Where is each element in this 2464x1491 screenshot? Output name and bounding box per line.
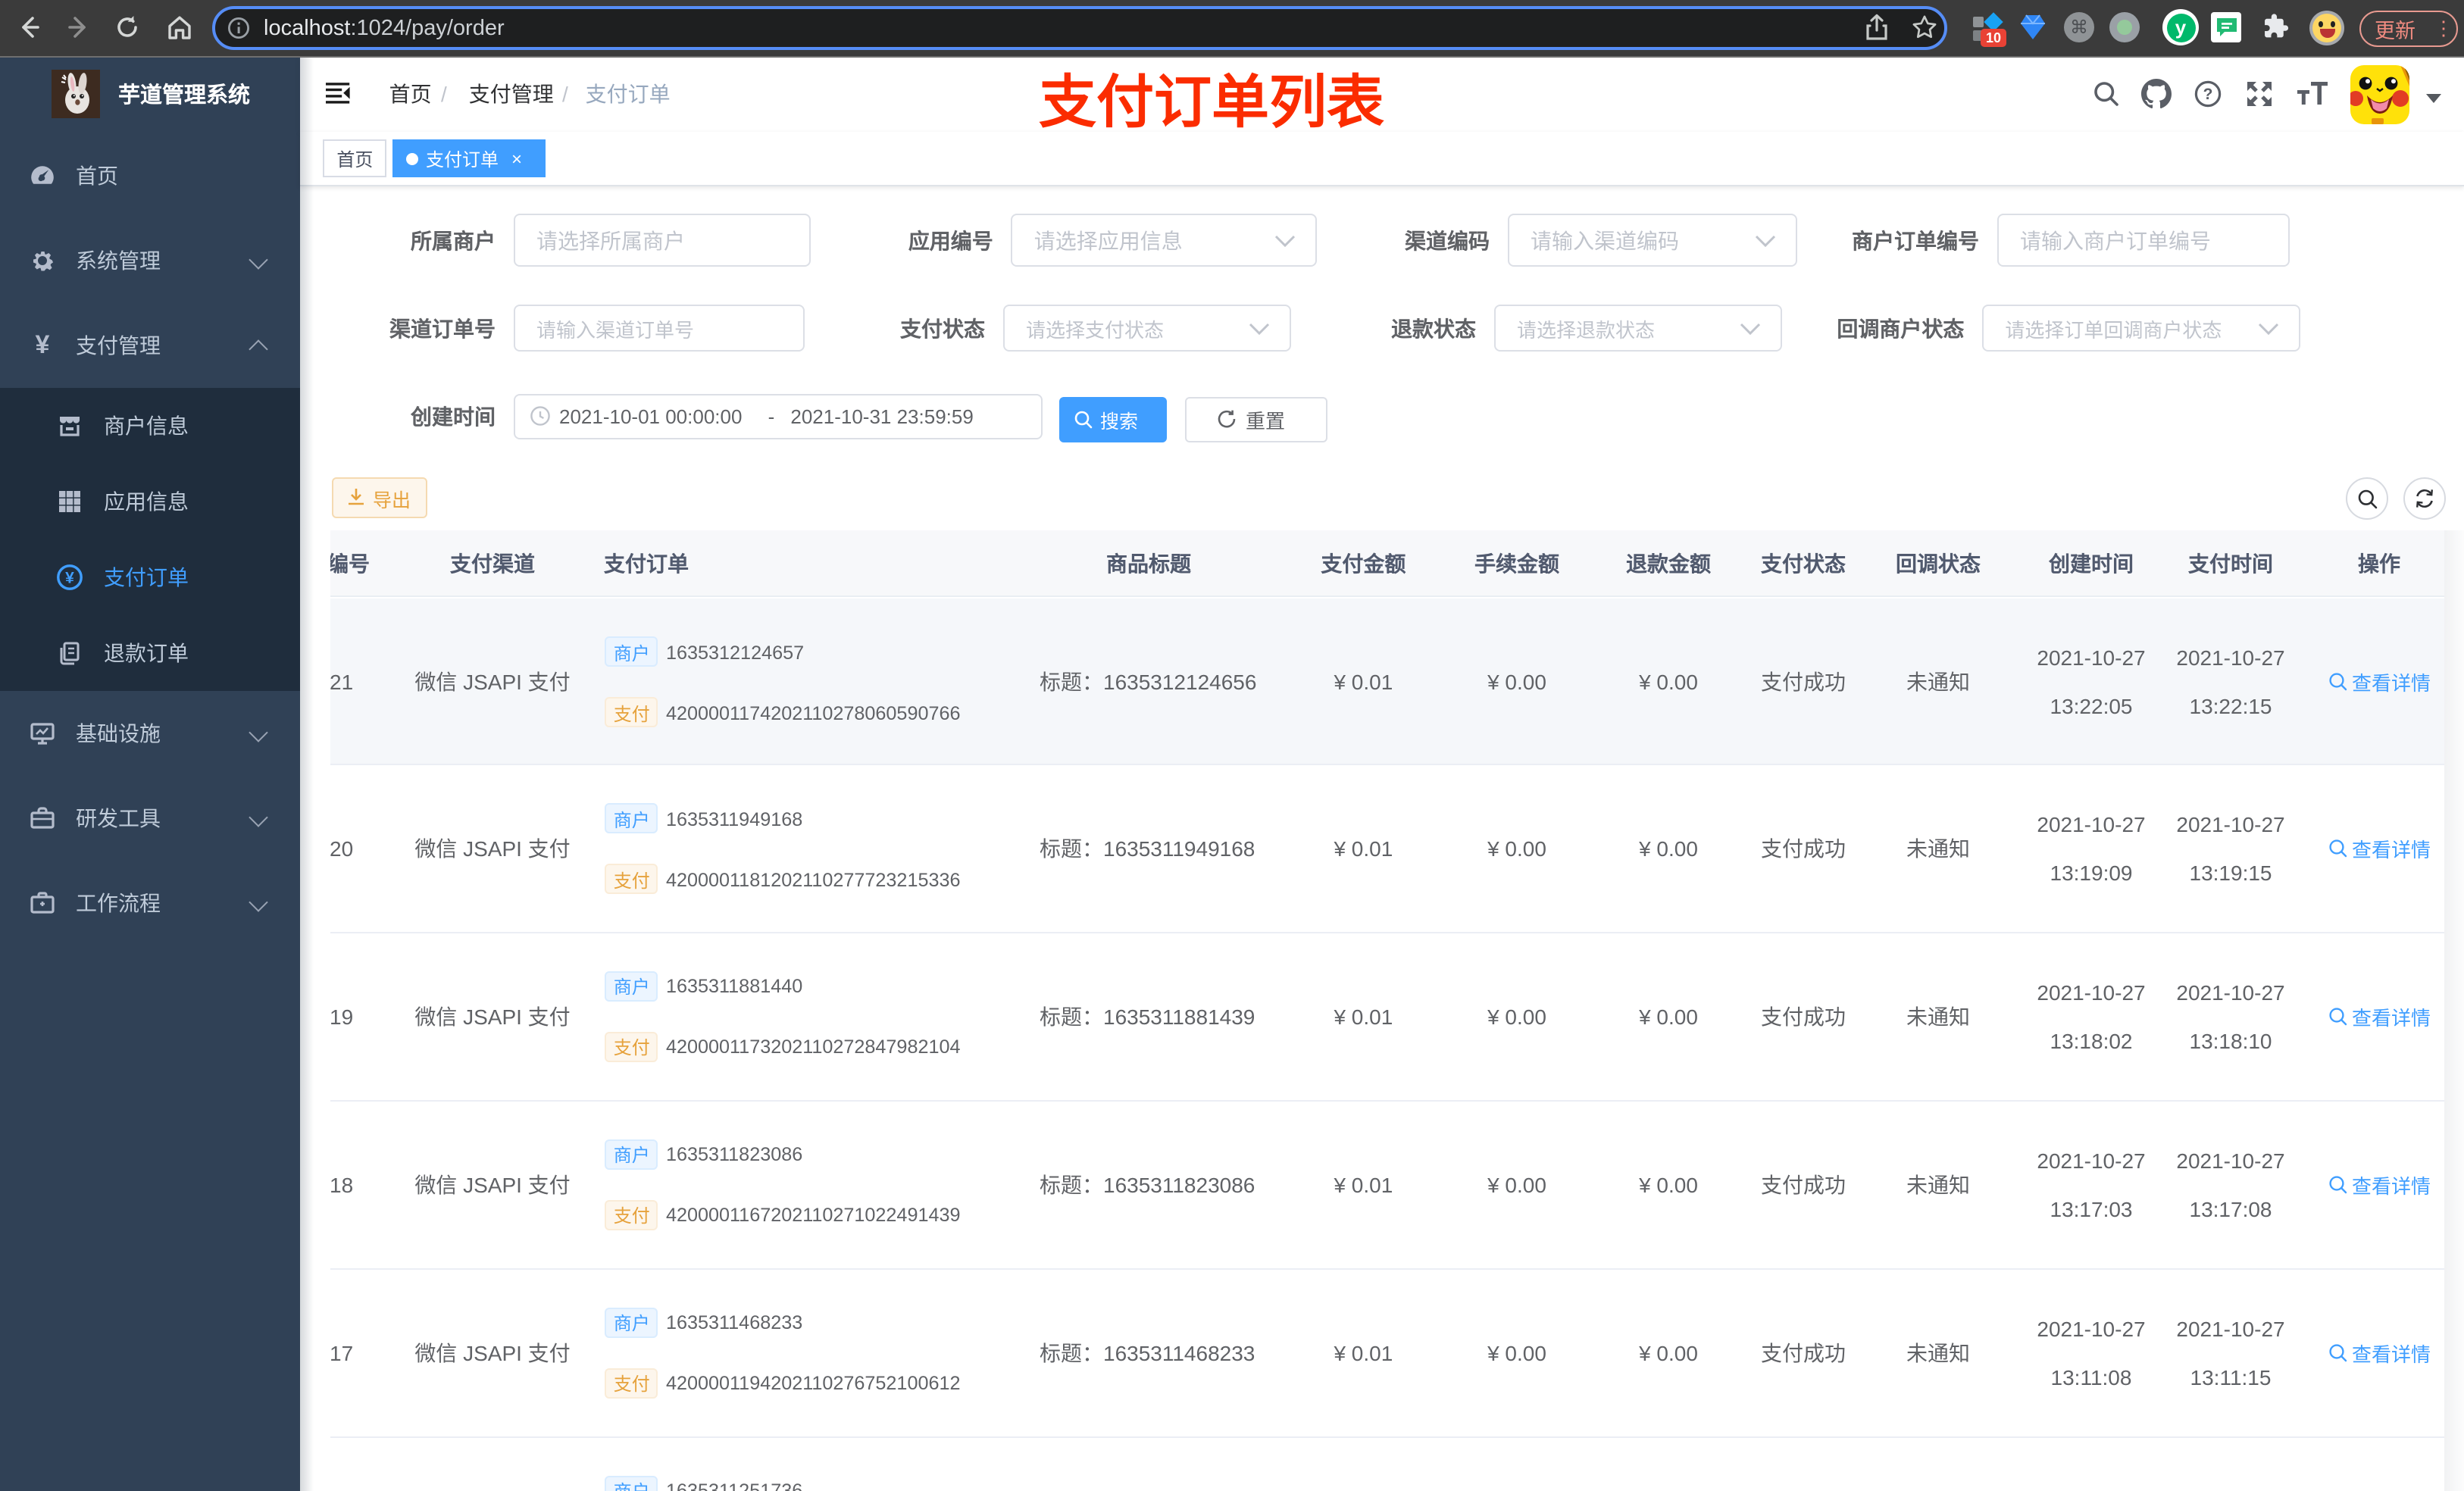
svg-text:¥: ¥: [65, 570, 74, 587]
svg-text:?: ?: [2203, 86, 2213, 103]
